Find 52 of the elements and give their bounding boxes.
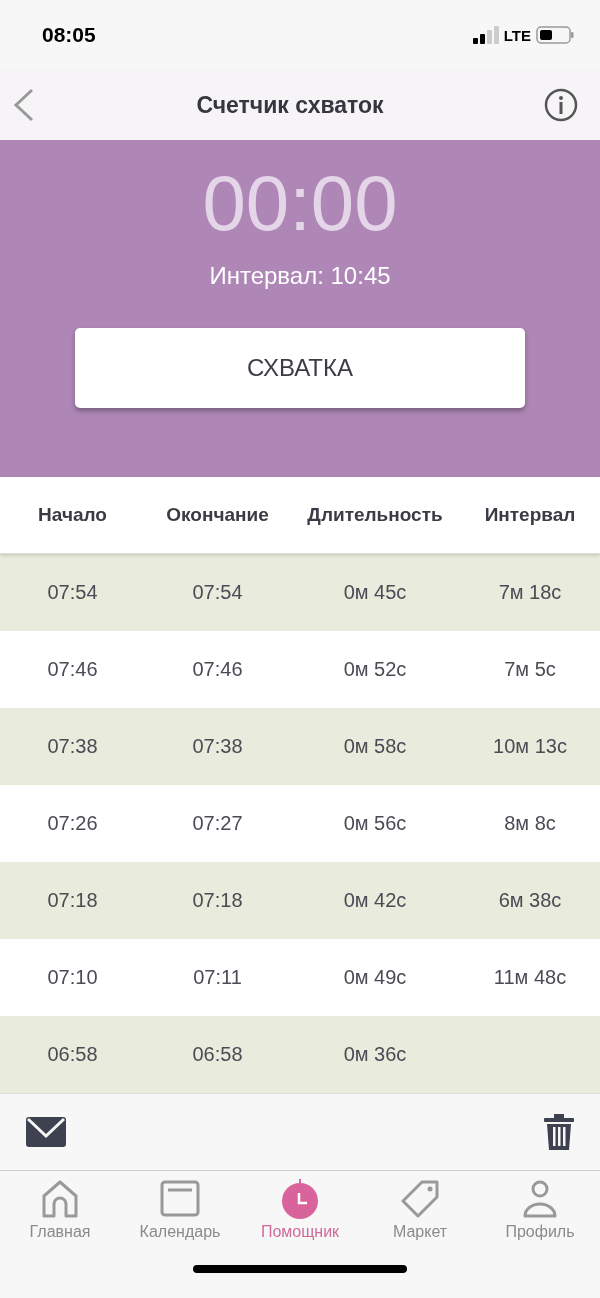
table-cell-text: 07:38 — [191, 735, 244, 758]
table-cell-text: 07:26 — [46, 812, 99, 835]
table-cell-text: 07:54 — [46, 581, 99, 604]
table-cell-text: 0м 58с — [342, 735, 408, 758]
table-cell-text: 8м 8с — [503, 812, 557, 835]
network-label: LTE — [503, 26, 531, 44]
tab-item[interactable]: Маркет — [360, 1179, 480, 1241]
table-cell-text: 6м 38с — [497, 889, 563, 912]
table-cell-text: 0м 49с — [342, 966, 408, 989]
tab-item[interactable]: Профиль — [480, 1179, 600, 1241]
back-icon[interactable] — [12, 88, 36, 122]
table-cell-text: 11м 48с — [492, 966, 568, 989]
table-cell-text: 7м 5с — [503, 658, 557, 681]
table-cell-text: 0м 56с — [342, 812, 408, 835]
timer-display: 00:00 — [202, 158, 398, 248]
table-cell-text: 0м 42с — [342, 889, 408, 912]
column-header: Начало — [37, 504, 108, 526]
table-cell-text: 0м 36с — [342, 1043, 408, 1066]
column-header: Длительность — [306, 504, 444, 526]
home-icon — [40, 1179, 80, 1219]
table-cell-text: 07:18 — [46, 889, 99, 912]
tab-item[interactable]: Помощник — [240, 1179, 360, 1241]
calendar-icon — [160, 1179, 200, 1219]
table-cell-text: 0м 52с — [342, 658, 408, 681]
mail-icon[interactable] — [26, 1117, 66, 1147]
table-cell-text: 07:10 — [46, 966, 99, 989]
status-time: 08:05 — [42, 23, 96, 47]
table-cell-text: 0м 45с — [342, 581, 408, 604]
table-cell-text: 07:46 — [191, 658, 244, 681]
table-cell-text: 07:18 — [191, 889, 244, 912]
timer-icon — [280, 1179, 320, 1219]
table-cell-text: 07:54 — [191, 581, 244, 604]
trash-icon[interactable] — [544, 1114, 574, 1150]
tab-item[interactable]: Календарь — [120, 1179, 240, 1241]
info-icon[interactable] — [544, 88, 578, 122]
battery-icon — [536, 26, 574, 44]
table-cell-text: 07:38 — [46, 735, 99, 758]
table-cell-text: 06:58 — [191, 1043, 244, 1066]
table-cell-text: 7м 18с — [497, 581, 563, 604]
signal-icon — [472, 26, 499, 44]
column-header: Окончание — [165, 504, 270, 526]
table-cell-text: 07:46 — [46, 658, 99, 681]
table-cell-text: 07:27 — [191, 812, 244, 835]
interval-label: Интервал: 10:45 — [209, 262, 391, 290]
tag-icon — [400, 1179, 440, 1219]
contraction-button[interactable]: СХВАТКА — [75, 328, 525, 408]
column-header: Интервал — [483, 504, 577, 526]
screen-title: Счетчик схваток — [196, 91, 384, 119]
tab-item[interactable]: Главная — [0, 1179, 120, 1241]
table-cell-text: 06:58 — [46, 1043, 99, 1066]
table-cell-text: 10м 13с — [492, 735, 568, 758]
table-cell-text: 07:11 — [192, 966, 243, 989]
